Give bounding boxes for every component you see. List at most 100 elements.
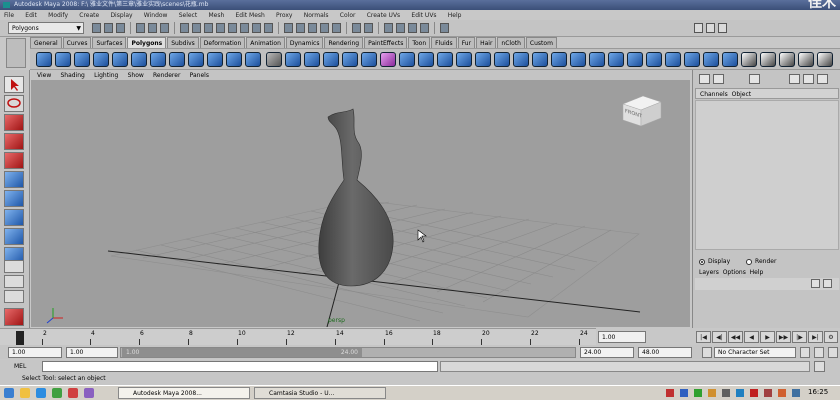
make-live-icon[interactable] bbox=[332, 23, 341, 33]
tool-settings-icon[interactable] bbox=[4, 308, 24, 326]
taskbar-camtasia-button[interactable]: Camtasia Studio - U... bbox=[254, 387, 386, 399]
poly-plane-icon[interactable] bbox=[112, 52, 128, 67]
menu-create-uvs[interactable]: Create UVs bbox=[367, 12, 400, 19]
shelf-options-button[interactable] bbox=[6, 38, 26, 68]
attribute-editor-icon[interactable] bbox=[749, 74, 760, 84]
tab-surfaces[interactable]: Surfaces bbox=[92, 37, 127, 48]
script-editor-icon[interactable] bbox=[814, 361, 825, 372]
poly-cube-icon[interactable] bbox=[55, 52, 71, 67]
explorer-quicklaunch-icon[interactable] bbox=[20, 388, 30, 398]
tab-ncloth[interactable]: nCloth bbox=[497, 37, 525, 48]
snap-point-icon[interactable] bbox=[308, 23, 317, 33]
new-scene-icon[interactable] bbox=[92, 23, 101, 33]
auto-key-icon[interactable] bbox=[800, 347, 810, 358]
reduce-icon[interactable] bbox=[703, 52, 719, 67]
tab-toon[interactable]: Toon bbox=[408, 37, 431, 48]
ipr-render-icon[interactable] bbox=[408, 23, 417, 33]
character-set-dropdown[interactable]: No Character Set bbox=[714, 347, 796, 358]
planar-mapping-icon[interactable] bbox=[760, 52, 776, 67]
split-polygon-icon[interactable] bbox=[456, 52, 472, 67]
mask-render-icon[interactable] bbox=[252, 23, 261, 33]
panel-menu-show[interactable]: Show bbox=[128, 72, 144, 79]
poly-helix-icon[interactable] bbox=[207, 52, 223, 67]
soft-modification-icon[interactable] bbox=[4, 209, 24, 226]
animation-preferences-icon[interactable] bbox=[814, 347, 824, 358]
tab-painteffects[interactable]: PaintEffects bbox=[364, 37, 408, 48]
cylindrical-mapping-icon[interactable] bbox=[779, 52, 795, 67]
fill-hole-icon[interactable] bbox=[646, 52, 662, 67]
tab-polygons[interactable]: Polygons bbox=[127, 37, 167, 48]
playback-end-field[interactable]: 24.00 bbox=[580, 347, 634, 358]
new-layer-icon[interactable] bbox=[811, 279, 820, 288]
cut-faces-icon[interactable] bbox=[627, 52, 643, 67]
tab-animation[interactable]: Animation bbox=[246, 37, 285, 48]
menu-edit-mesh[interactable]: Edit Mesh bbox=[235, 12, 264, 19]
smooth-icon[interactable] bbox=[323, 52, 339, 67]
channels-menu[interactable]: Channels bbox=[700, 91, 728, 98]
tab-curves[interactable]: Curves bbox=[62, 37, 92, 48]
automatic-mapping-icon[interactable] bbox=[817, 52, 833, 67]
perspective-viewport[interactable]: FRONT persp bbox=[31, 80, 690, 327]
show-tool-settings-icon[interactable] bbox=[706, 23, 715, 33]
outliner-layout-icon[interactable] bbox=[4, 290, 24, 303]
poly-prism-icon[interactable] bbox=[150, 52, 166, 67]
manipulator-tool-icon[interactable] bbox=[4, 190, 24, 207]
channel-list[interactable] bbox=[695, 100, 839, 250]
merge-vertices-icon[interactable] bbox=[513, 52, 529, 67]
checker-display-icon[interactable] bbox=[789, 74, 800, 84]
mask-dynamics-icon[interactable] bbox=[240, 23, 249, 33]
poly-cylinder-icon[interactable] bbox=[74, 52, 90, 67]
help-menu[interactable]: Help bbox=[750, 269, 764, 276]
mask-handles-icon[interactable] bbox=[180, 23, 189, 33]
insert-edge-loop-icon[interactable] bbox=[475, 52, 491, 67]
tray-icon[interactable] bbox=[764, 389, 772, 397]
bevel-icon[interactable] bbox=[532, 52, 548, 67]
menu-edit-uvs[interactable]: Edit UVs bbox=[411, 12, 436, 19]
menu-create[interactable]: Create bbox=[79, 12, 99, 19]
options-menu[interactable]: Options bbox=[723, 269, 746, 276]
current-time-marker[interactable] bbox=[16, 331, 24, 345]
render-current-icon[interactable] bbox=[396, 23, 405, 33]
go-to-end-button[interactable]: ▶| bbox=[808, 331, 823, 343]
open-scene-icon[interactable] bbox=[104, 23, 113, 33]
command-input[interactable] bbox=[42, 361, 438, 372]
show-attribute-editor-icon[interactable] bbox=[694, 23, 703, 33]
lasso-tool-icon[interactable] bbox=[4, 95, 24, 112]
tab-custom[interactable]: Custom bbox=[525, 37, 557, 48]
tab-fluids[interactable]: Fluids bbox=[431, 37, 457, 48]
display-radio[interactable] bbox=[699, 258, 705, 265]
menuset-dropdown[interactable]: Polygons ▼ bbox=[8, 22, 84, 34]
poly-pyramid-icon[interactable] bbox=[169, 52, 185, 67]
quadrangulate-icon[interactable] bbox=[684, 52, 700, 67]
panel-menu-renderer[interactable]: Renderer bbox=[153, 72, 180, 79]
start-time-field[interactable]: 1.00 bbox=[8, 347, 62, 358]
triangulate-icon[interactable] bbox=[665, 52, 681, 67]
step-forward-key-button[interactable]: |▶ bbox=[792, 331, 807, 343]
render-settings-icon[interactable] bbox=[420, 23, 429, 33]
new-layer-selected-icon[interactable] bbox=[823, 279, 832, 288]
playback-start-field[interactable]: 1.00 bbox=[66, 347, 118, 358]
app-quicklaunch-icon[interactable] bbox=[84, 388, 94, 398]
history-icon[interactable] bbox=[352, 23, 361, 33]
antivirus-icon[interactable] bbox=[750, 389, 758, 397]
snap-plane-icon[interactable] bbox=[320, 23, 329, 33]
menu-select[interactable]: Select bbox=[179, 12, 198, 19]
tab-fur[interactable]: Fur bbox=[457, 37, 476, 48]
menu-file[interactable]: File bbox=[4, 12, 14, 19]
desktop-quicklaunch-icon[interactable] bbox=[52, 388, 62, 398]
mirror-geometry-icon[interactable] bbox=[380, 52, 396, 67]
select-object-icon[interactable] bbox=[148, 23, 157, 33]
construction-history-icon[interactable] bbox=[364, 23, 373, 33]
layer-editor-icon[interactable] bbox=[713, 74, 724, 84]
bridge-icon[interactable] bbox=[418, 52, 434, 67]
tray-icon[interactable] bbox=[680, 389, 688, 397]
go-to-start-button[interactable]: |◀ bbox=[696, 331, 711, 343]
show-channel-box-icon[interactable] bbox=[718, 23, 727, 33]
tray-icon[interactable] bbox=[666, 389, 674, 397]
play-forwards-button[interactable]: ▶ bbox=[760, 331, 775, 343]
spherical-mapping-icon[interactable] bbox=[798, 52, 814, 67]
move-tool-icon[interactable] bbox=[4, 133, 24, 150]
tab-rendering[interactable]: Rendering bbox=[324, 37, 364, 48]
volume-icon[interactable] bbox=[722, 389, 730, 397]
show-manipulator-icon[interactable] bbox=[4, 228, 24, 245]
